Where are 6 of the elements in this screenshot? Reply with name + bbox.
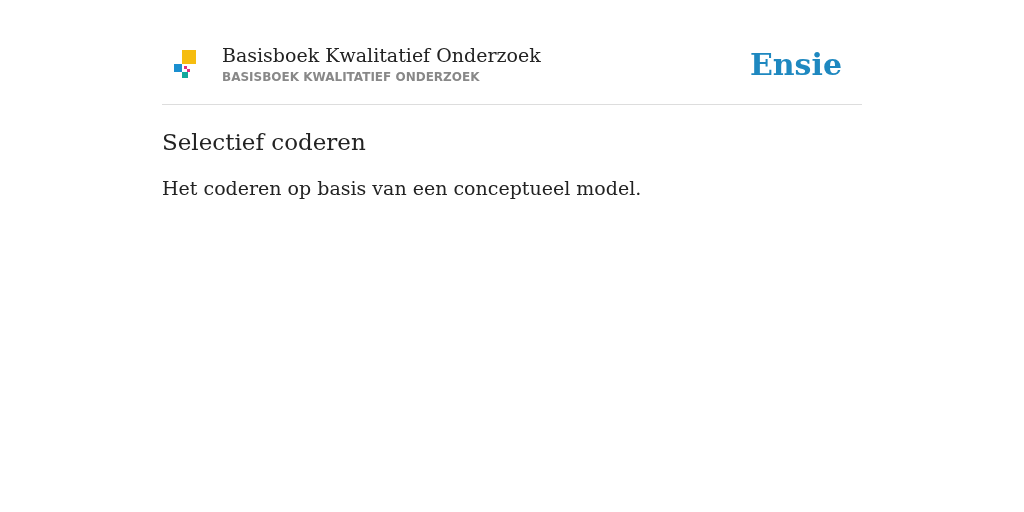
book-title: Basisboek Kwalitatief Onderzoek xyxy=(222,44,542,66)
brand-logo[interactable]: Ensie xyxy=(749,46,842,82)
book-subtitle: BASISBOEK KWALITATIEF ONDERZOEK xyxy=(222,70,481,84)
logo-icon xyxy=(174,50,196,78)
entry-heading: Selectief coderen xyxy=(162,129,367,155)
entry-definition: Het coderen op basis van een conceptueel model. xyxy=(162,177,643,199)
